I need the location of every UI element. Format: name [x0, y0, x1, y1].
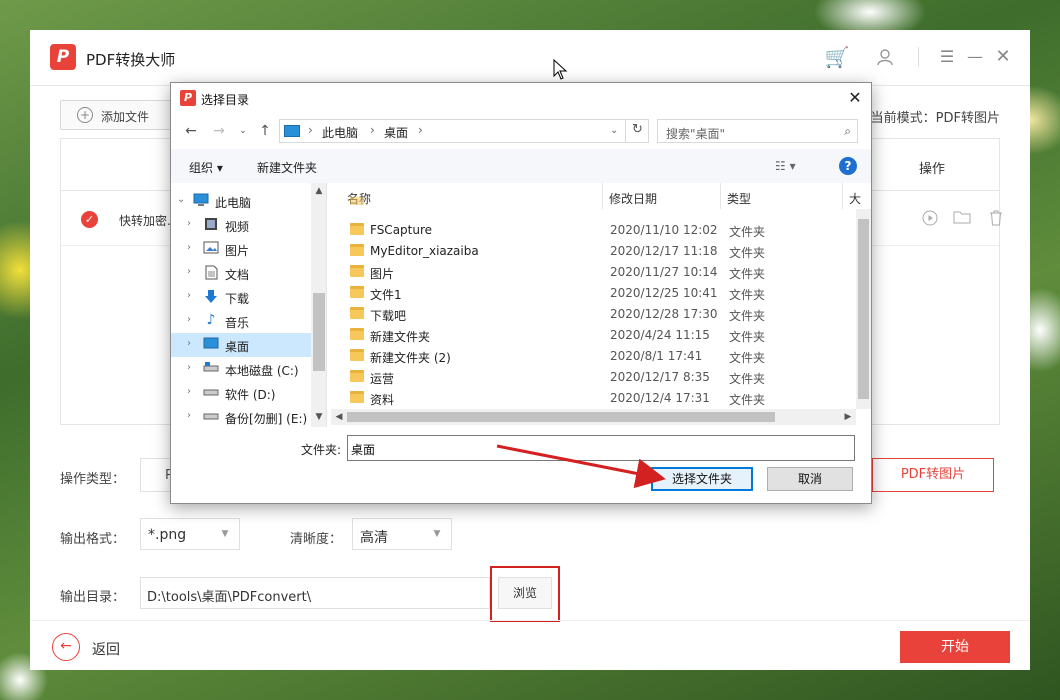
- annotation-arrow: [496, 58, 666, 489]
- mouse-cursor-icon: [553, 58, 568, 80]
